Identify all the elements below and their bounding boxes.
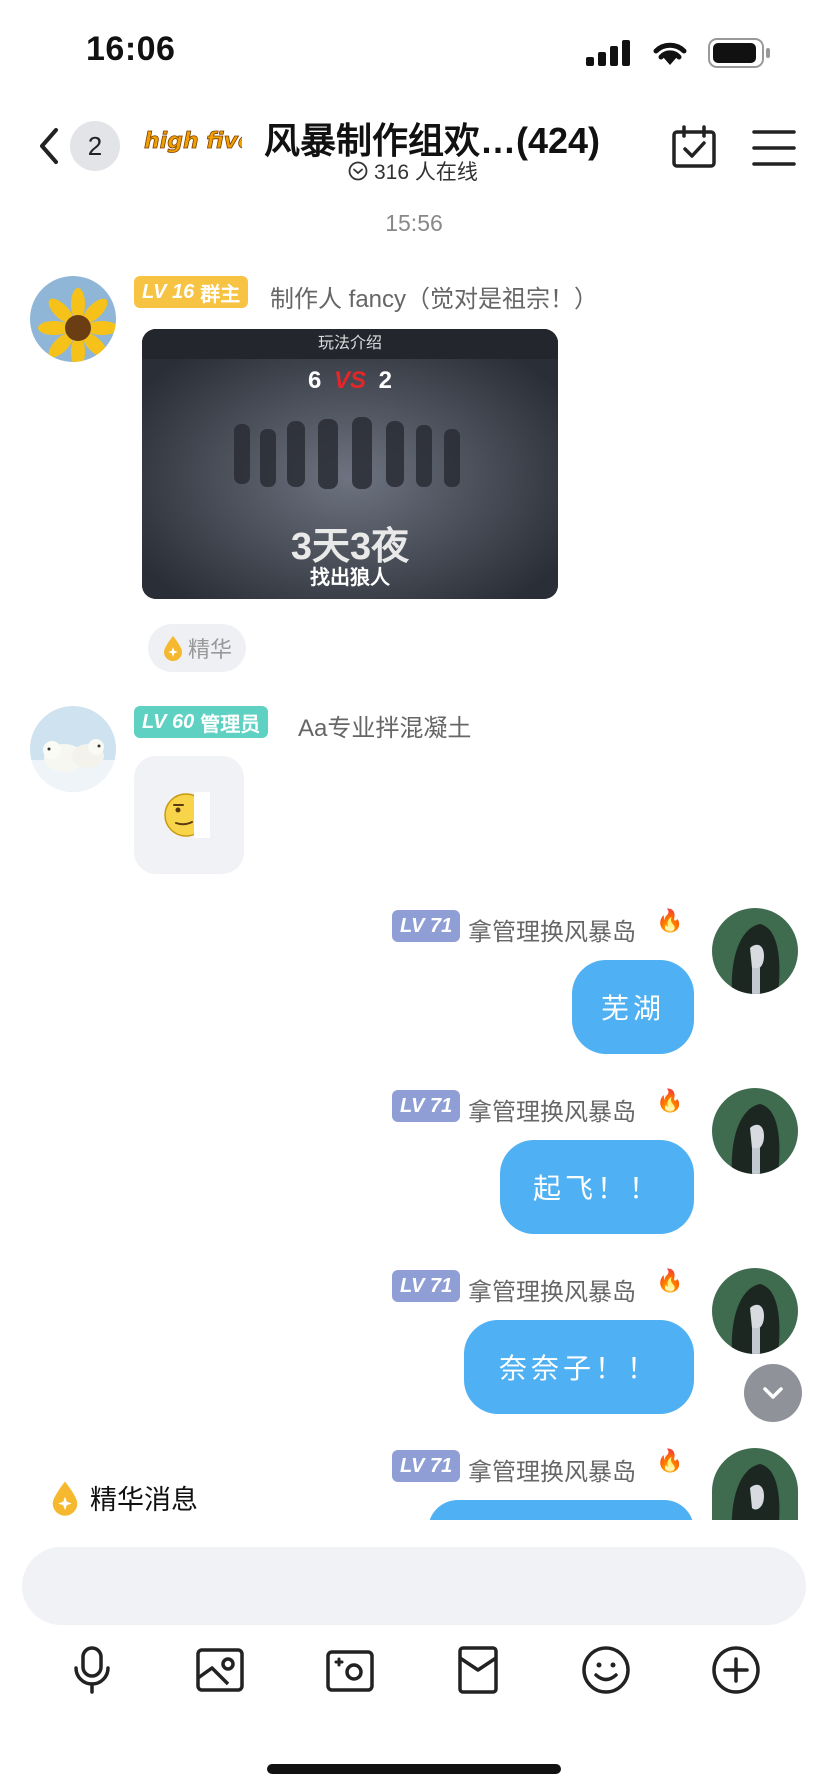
battery-icon bbox=[708, 38, 770, 68]
self-message-bubble[interactable]: 芜湖 bbox=[572, 960, 694, 1054]
image-vs: VS bbox=[333, 367, 366, 394]
chevron-down-icon bbox=[763, 1387, 783, 1399]
group-logo: high five bbox=[144, 129, 242, 155]
self-level-badge: LV 71 bbox=[392, 910, 461, 942]
avatar-self[interactable] bbox=[712, 1088, 798, 1174]
essence-messages-entry[interactable]: 精华消息 bbox=[50, 1478, 198, 1517]
fire-icon: 🔥 bbox=[656, 1268, 684, 1293]
avatar-admin[interactable] bbox=[30, 706, 116, 792]
game-intro-image[interactable]: 玩法介绍 6 VS 2 3天3夜 找出狼人 bbox=[142, 329, 558, 599]
camera-icon[interactable] bbox=[324, 1644, 376, 1696]
essence-messages-label: 精华消息 bbox=[90, 1485, 198, 1515]
self-message-bubble[interactable]: 起飞！！ bbox=[500, 1140, 694, 1234]
self-level-badge: LV 71 bbox=[392, 1450, 461, 1482]
avatar-self[interactable] bbox=[712, 1268, 798, 1354]
fire-icon: 🔥 bbox=[656, 908, 684, 933]
status-time: 16:06 bbox=[86, 30, 176, 68]
sunflower-avatar-image bbox=[30, 276, 116, 362]
red-packet-icon[interactable] bbox=[452, 1644, 504, 1696]
wifi-icon bbox=[653, 42, 687, 65]
owner-role: 群主 bbox=[200, 283, 241, 306]
sender-name-self[interactable]: 拿管理换风暴岛 bbox=[468, 1452, 636, 1487]
online-count-label: 316 人在线 bbox=[374, 161, 478, 184]
message-input[interactable] bbox=[22, 1547, 806, 1625]
admin-level: LV 60 bbox=[142, 710, 195, 733]
image-header-label: 玩法介绍 bbox=[142, 329, 558, 359]
self-level-badge: LV 71 bbox=[392, 1270, 461, 1302]
portrait-avatar-image bbox=[712, 1268, 798, 1354]
online-chevron-icon bbox=[348, 161, 368, 181]
online-count: 316 人在线 bbox=[348, 156, 478, 186]
image-sub-text: 找出狼人 bbox=[310, 567, 390, 589]
essence-tag-label: 精华 bbox=[188, 637, 233, 662]
avatar-self[interactable] bbox=[712, 1448, 798, 1520]
essence-drop-icon bbox=[52, 1481, 78, 1516]
svg-text:high five: high five bbox=[144, 129, 242, 154]
home-indicator bbox=[267, 1764, 561, 1774]
microphone-icon[interactable] bbox=[66, 1644, 118, 1696]
avatar-self[interactable] bbox=[712, 908, 798, 994]
fire-icon: 🔥 bbox=[656, 1448, 684, 1473]
owner-level-badge: LV 16 群主 bbox=[134, 276, 249, 308]
signal-icon bbox=[586, 40, 630, 66]
emoji-icon[interactable] bbox=[580, 1644, 632, 1696]
smirk-emoji-icon bbox=[164, 792, 210, 838]
image-icon[interactable] bbox=[194, 1644, 246, 1696]
image-count-a: 6 bbox=[307, 367, 322, 394]
menu-icon[interactable] bbox=[750, 124, 798, 172]
self-message-bubble-partial[interactable] bbox=[428, 1500, 694, 1520]
plus-icon[interactable] bbox=[710, 1644, 762, 1696]
image-count-b: 2 bbox=[378, 367, 393, 394]
fire-icon: 🔥 bbox=[656, 1088, 684, 1113]
scroll-to-bottom-button[interactable] bbox=[744, 1364, 802, 1422]
partial-bubble-fill bbox=[428, 1500, 694, 1520]
polar-bear-avatar-image bbox=[30, 706, 116, 792]
sender-name-admin[interactable]: Aa专业拌混凝土 bbox=[298, 708, 471, 743]
sender-name-self[interactable]: 拿管理换风暴岛 bbox=[468, 1092, 636, 1127]
portrait-avatar-image bbox=[712, 908, 798, 994]
sender-name-self[interactable]: 拿管理换风暴岛 bbox=[468, 1272, 636, 1307]
message-timestamp: 15:56 bbox=[385, 210, 443, 236]
essence-tag[interactable]: 精华 bbox=[148, 624, 247, 672]
calendar-check-icon[interactable] bbox=[670, 124, 718, 172]
sender-name-self[interactable]: 拿管理换风暴岛 bbox=[468, 912, 636, 947]
unread-count-badge[interactable]: 2 bbox=[70, 121, 120, 171]
avatar-owner[interactable] bbox=[30, 276, 116, 362]
admin-level-badge: LV 60 管理员 bbox=[134, 706, 269, 738]
portrait-avatar-image bbox=[712, 1088, 798, 1174]
self-level-badge: LV 71 bbox=[392, 1090, 461, 1122]
sticker-bubble[interactable] bbox=[134, 756, 244, 874]
sender-name-owner[interactable]: 制作人 fancy（觉对是祖宗！） bbox=[270, 279, 598, 314]
image-vs-line: 6 VS 2 bbox=[142, 367, 558, 395]
admin-role: 管理员 bbox=[200, 713, 261, 736]
essence-drop-icon bbox=[164, 636, 182, 661]
portrait-avatar-image bbox=[712, 1448, 798, 1520]
self-message-bubble[interactable]: 奈奈子！！ bbox=[464, 1320, 694, 1414]
owner-level: LV 16 bbox=[142, 280, 195, 303]
back-icon[interactable] bbox=[34, 126, 64, 166]
